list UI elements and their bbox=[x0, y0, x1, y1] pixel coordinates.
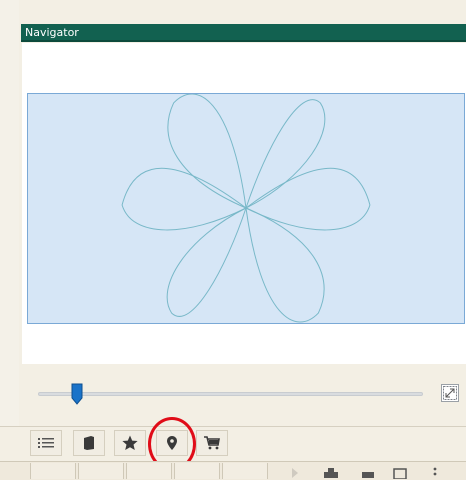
toolbar-cell[interactable] bbox=[30, 463, 76, 479]
tab-book[interactable] bbox=[73, 430, 105, 456]
tab-cart[interactable] bbox=[196, 430, 228, 456]
design-preview[interactable] bbox=[27, 93, 465, 324]
window-icon bbox=[393, 468, 407, 479]
zoom-to-fit-button[interactable] bbox=[441, 384, 459, 402]
navigator-title-bar: Navigator bbox=[21, 24, 466, 42]
zoom-slider-track[interactable] bbox=[38, 392, 423, 396]
flower-design bbox=[121, 94, 371, 323]
design-petal bbox=[167, 94, 247, 209]
design-petal bbox=[245, 167, 371, 231]
zoom-controls bbox=[22, 370, 466, 425]
remove-icon bbox=[362, 472, 374, 478]
tab-list[interactable] bbox=[30, 430, 62, 456]
bottom-toolbar-icons bbox=[292, 467, 437, 479]
toolbar-cell[interactable] bbox=[222, 463, 268, 479]
book-icon bbox=[84, 436, 94, 450]
design-petal bbox=[245, 99, 326, 209]
add-icon bbox=[324, 468, 338, 478]
panel-tab-bar bbox=[0, 426, 466, 461]
zoom-slider-thumb[interactable] bbox=[71, 383, 83, 405]
navigator-title: Navigator bbox=[25, 26, 79, 39]
toolbar-cell[interactable] bbox=[78, 463, 124, 479]
toolbar-cell[interactable] bbox=[174, 463, 220, 479]
star-icon bbox=[122, 435, 138, 450]
fit-to-window-icon bbox=[443, 386, 457, 400]
left-side-strip bbox=[0, 0, 20, 435]
play-icon bbox=[292, 468, 298, 478]
list-icon bbox=[38, 438, 54, 448]
tab-favorites[interactable] bbox=[114, 430, 146, 456]
design-petal bbox=[245, 207, 325, 323]
toolbar-cell[interactable] bbox=[126, 463, 172, 479]
more-icon bbox=[433, 467, 437, 471]
cart-icon bbox=[204, 436, 220, 450]
